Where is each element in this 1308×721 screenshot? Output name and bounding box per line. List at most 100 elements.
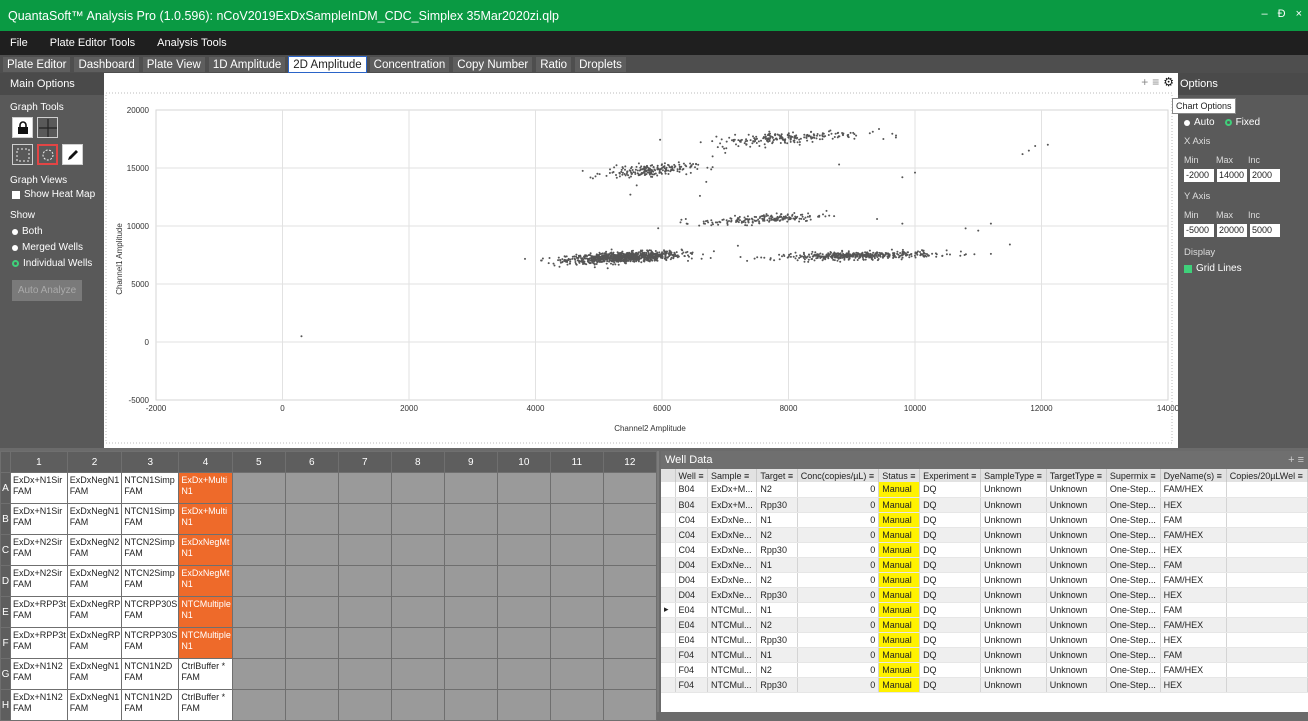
tab-copy-number[interactable]: Copy Number xyxy=(452,56,534,73)
table-row[interactable]: C04 ExDxNe... N1 0 Manual DQ Unknown Unknown One… xyxy=(661,512,1308,528)
well-data-column-header[interactable]: Sample ≡ xyxy=(707,469,758,482)
menu-file[interactable]: File xyxy=(10,37,28,49)
plate-well[interactable] xyxy=(284,658,339,690)
plate-well[interactable]: NTCRPP30S FAM xyxy=(121,627,180,659)
plate-well[interactable] xyxy=(443,534,498,566)
plate-column-header[interactable]: 5 xyxy=(231,451,286,473)
plate-well[interactable] xyxy=(231,565,286,597)
plate-well[interactable] xyxy=(496,658,551,690)
show-heat-map-checkbox[interactable]: Show Heat Map xyxy=(0,189,104,200)
well-data-column-header[interactable]: Conc(copies/µL) ≡ xyxy=(797,469,880,482)
plate-well[interactable] xyxy=(443,596,498,628)
plate-well[interactable] xyxy=(496,534,551,566)
tab-dashboard[interactable]: Dashboard xyxy=(73,56,140,73)
plate-well[interactable] xyxy=(231,534,286,566)
plate-well[interactable] xyxy=(443,658,498,690)
auto-analyze-button[interactable]: Auto Analyze xyxy=(12,280,82,301)
plate-well[interactable]: ExDx+Multi N1 xyxy=(178,472,233,504)
plate-well[interactable] xyxy=(549,565,604,597)
plate-well[interactable] xyxy=(337,658,392,690)
plate-well[interactable]: NTCMultiple N1 xyxy=(178,627,233,659)
close-button[interactable]: × xyxy=(1296,8,1302,20)
plate-column-header[interactable]: 11 xyxy=(549,451,604,473)
plate-well[interactable]: NTCN2Simp FAM xyxy=(121,565,180,597)
plate-well[interactable]: ExDxNegN1 FAM xyxy=(66,658,123,690)
table-row[interactable]: B04 ExDx+M... N2 0 Manual DQ Unknown Unknown One… xyxy=(661,482,1308,498)
plate-well[interactable]: ExDx+Multi N1 xyxy=(178,503,233,535)
plate-well[interactable] xyxy=(390,565,445,597)
radio-selected-icon[interactable] xyxy=(1224,119,1232,126)
plate-well[interactable] xyxy=(602,503,657,535)
plate-well[interactable]: ExDx+N1Sir FAM xyxy=(10,472,68,504)
table-row[interactable]: C04 ExDxNe... Rpp30 0 Manual DQ Unknown Unknown… xyxy=(661,542,1308,558)
plate-well[interactable] xyxy=(390,627,445,659)
plate-well[interactable]: NTCN2Simp FAM xyxy=(121,534,180,566)
ellipse-select-icon[interactable] xyxy=(37,144,58,165)
plate-well[interactable] xyxy=(496,503,551,535)
plate-well[interactable] xyxy=(231,627,286,659)
plate-well[interactable] xyxy=(284,689,339,721)
plate-column-header[interactable]: 3 xyxy=(121,451,180,473)
table-row[interactable]: D04 ExDxNe... N1 0 Manual DQ Unknown Unknown One… xyxy=(661,557,1308,573)
plate-well[interactable] xyxy=(231,689,286,721)
plate-well[interactable] xyxy=(284,627,339,659)
plate-well[interactable] xyxy=(602,534,657,566)
plate-well[interactable]: ExDx+N1N2 FAM xyxy=(10,689,68,721)
x-min-input[interactable]: -2000 xyxy=(1184,169,1214,182)
plate-well[interactable] xyxy=(549,658,604,690)
plate-well[interactable] xyxy=(390,689,445,721)
x-max-input[interactable]: 14000 xyxy=(1217,169,1247,182)
plate-well[interactable] xyxy=(602,689,657,721)
well-data-column-header[interactable]: SampleType ≡ xyxy=(980,469,1047,482)
plate-well[interactable] xyxy=(284,534,339,566)
tab-concentration[interactable]: Concentration xyxy=(368,56,451,73)
tab-droplets[interactable]: Droplets xyxy=(574,56,627,73)
plate-well[interactable] xyxy=(337,503,392,535)
plate-well[interactable] xyxy=(284,596,339,628)
plate-column-header[interactable]: 2 xyxy=(66,451,123,473)
plate-well[interactable]: CtrlBuffer * FAM xyxy=(178,689,233,721)
plate-well[interactable] xyxy=(337,627,392,659)
plate-well[interactable] xyxy=(231,472,286,504)
radio-icon[interactable] xyxy=(1184,119,1190,126)
x-inc-input[interactable]: 2000 xyxy=(1250,169,1280,182)
plate-well[interactable] xyxy=(496,689,551,721)
plate-well[interactable] xyxy=(390,472,445,504)
plate-row-header[interactable]: G xyxy=(0,658,11,690)
pencil-icon[interactable] xyxy=(62,144,83,165)
plate-well[interactable] xyxy=(549,596,604,628)
table-row[interactable]: F04 NTCMul... N2 0 Manual DQ Unknown Unknown One… xyxy=(661,662,1308,678)
plate-well[interactable]: ExDx+RPP3t FAM xyxy=(10,627,68,659)
table-row[interactable]: F04 NTCMul... N1 0 Manual DQ Unknown Unknown One… xyxy=(661,647,1308,663)
plate-well[interactable]: ExDx+N2Sir FAM xyxy=(10,565,68,597)
table-row[interactable]: E04 NTCMul... N2 0 Manual DQ Unknown Unknown One… xyxy=(661,617,1308,633)
plate-well[interactable]: ExDx+N1Sir FAM xyxy=(10,503,68,535)
plate-column-header[interactable]: 1 xyxy=(10,451,68,473)
plate-row-header[interactable]: E xyxy=(0,596,11,628)
plate-well[interactable] xyxy=(337,596,392,628)
plate-well[interactable]: NTCN1Simp FAM xyxy=(121,472,180,504)
rectangle-select-icon[interactable] xyxy=(12,144,33,165)
tab-plate-view[interactable]: Plate View xyxy=(141,56,206,73)
well-data-column-header[interactable]: Experiment ≡ xyxy=(919,469,982,482)
plate-well[interactable] xyxy=(602,596,657,628)
plate-row-header[interactable]: C xyxy=(0,534,11,566)
plate-well[interactable]: NTCMultiple N1 xyxy=(178,596,233,628)
tab-2d-amplitude[interactable]: 2D Amplitude xyxy=(288,56,367,73)
plate-well[interactable] xyxy=(284,503,339,535)
well-data-column-header[interactable]: Target ≡ xyxy=(756,469,798,482)
grid-lines-checkbox[interactable]: Grid Lines xyxy=(1178,263,1308,274)
plate-well[interactable]: NTCRPP30S FAM xyxy=(121,596,180,628)
menu-icon[interactable]: ≡ xyxy=(1152,75,1159,89)
y-inc-input[interactable]: 5000 xyxy=(1250,224,1280,237)
add-icon[interactable]: + xyxy=(1141,75,1148,89)
well-data-column-header[interactable]: Supermix ≡ xyxy=(1106,469,1161,482)
plate-well[interactable] xyxy=(602,565,657,597)
table-row[interactable]: F04 NTCMul... Rpp30 0 Manual DQ Unknown Unknown… xyxy=(661,677,1308,693)
plate-well[interactable] xyxy=(284,565,339,597)
plate-well[interactable] xyxy=(337,565,392,597)
plate-well[interactable] xyxy=(549,472,604,504)
plate-well[interactable]: ExDxNegN2 FAM xyxy=(66,565,123,597)
plate-well[interactable] xyxy=(443,503,498,535)
plate-well[interactable]: ExDxNegN1 FAM xyxy=(66,689,123,721)
